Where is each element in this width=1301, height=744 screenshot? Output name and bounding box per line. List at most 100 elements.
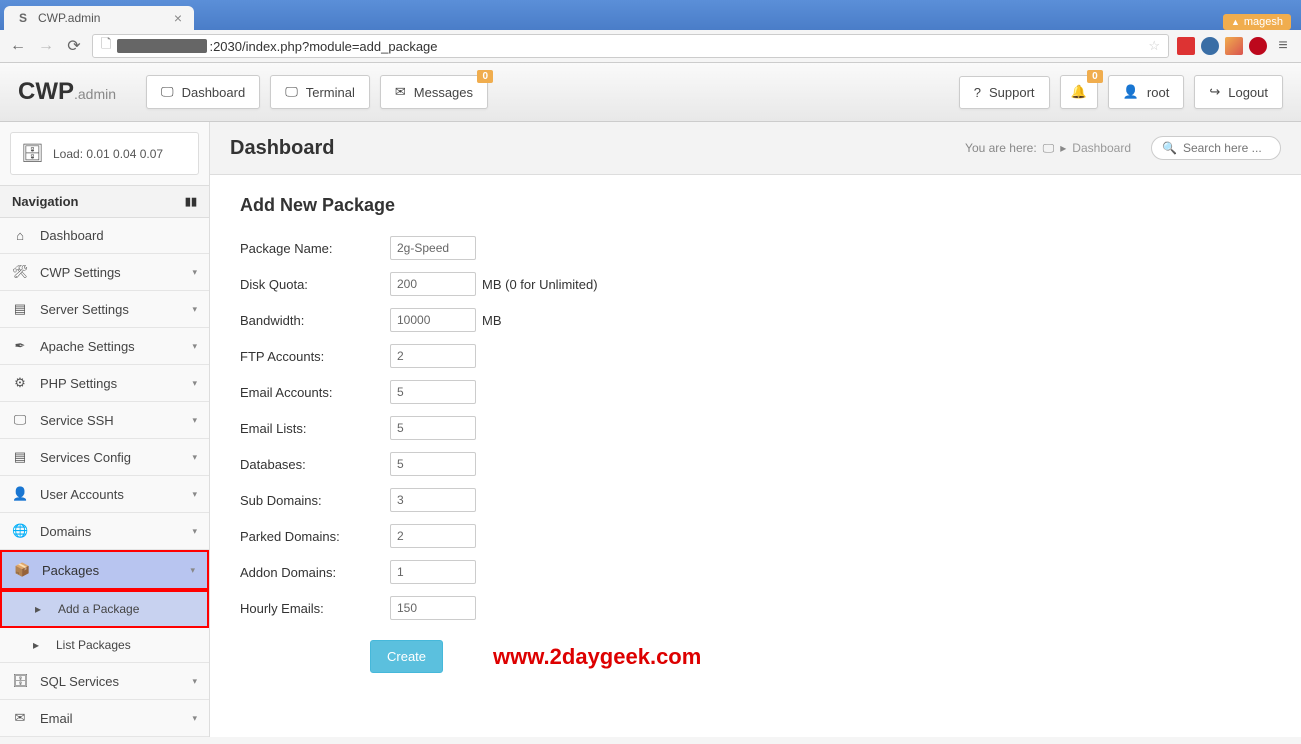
browser-tab[interactable]: S CWP.admin × [4,6,194,30]
browser-profile-badge[interactable]: magesh [1223,14,1291,30]
sidebar: 🗄 Load: 0.01 0.04 0.07 Navigation ▮▮ ⌂ D… [0,122,210,737]
browser-menu-icon[interactable]: ≡ [1273,36,1293,56]
input-email-lists[interactable] [390,416,476,440]
collapse-icon[interactable]: ▮▮ [185,195,197,208]
user-button[interactable]: 👤 root [1108,75,1185,109]
sidebar-item-label: SQL Services [40,674,119,689]
input-ftp[interactable] [390,344,476,368]
feather-icon: ✒ [12,338,28,354]
terminal-button-label: Terminal [306,85,355,100]
question-icon: ? [974,85,981,100]
browser-address-bar: ← → ⟳ 🗋 :2030/index.php?module=add_packa… [0,30,1301,63]
input-parked[interactable] [390,524,476,548]
breadcrumb: You are here: 🖵 ▸ Dashboard [965,141,1131,156]
create-button[interactable]: Create [370,640,443,673]
ext-icon-pinterest[interactable] [1249,37,1267,55]
reload-button[interactable]: ⟳ [64,36,84,56]
notifications-button[interactable]: 🔔 0 [1060,75,1098,109]
sidebar-item-email[interactable]: ✉ Email ▾ [0,700,209,737]
sidebar-item-php-settings[interactable]: ⚙ PHP Settings ▾ [0,365,209,402]
form-row-parked: Parked Domains: [240,524,1271,548]
sidebar-item-label: Domains [40,524,91,539]
sidebar-subitem-add-package[interactable]: ▸ Add a Package [0,590,209,628]
forward-button: → [36,36,56,56]
terminal-icon: 🖵 [285,84,298,100]
sidebar-item-label: Packages [42,563,99,578]
input-subdomains[interactable] [390,488,476,512]
sidebar-item-server-settings[interactable]: ▤ Server Settings ▾ [0,291,209,328]
sidebar-item-label: CWP Settings [40,265,121,280]
dashboard-button-label: Dashboard [182,85,246,100]
page-header-title: Dashboard [230,137,334,160]
logo-main: CWP [18,78,74,105]
browser-tab-strip: S CWP.admin × magesh [0,0,1301,30]
messages-badge: 0 [477,70,493,83]
ext-icon-2[interactable] [1201,37,1219,55]
dashboard-button[interactable]: 🖵 Dashboard [146,75,260,109]
form-row-databases: Databases: [240,452,1271,476]
mail-icon: ✉ [12,710,28,726]
monitor-icon: 🖵 [161,84,174,100]
support-button-label: Support [989,85,1035,100]
logout-button[interactable]: ↪ Logout [1194,75,1283,109]
favicon-icon: S [16,11,30,25]
ext-icon-1[interactable] [1177,37,1195,55]
form-row-ftp: FTP Accounts: [240,344,1271,368]
monitor-icon: 🖵 [12,412,28,428]
sidebar-item-label: PHP Settings [40,376,117,391]
caret-right-icon: ▸ [30,602,46,616]
url-input[interactable]: 🗋 :2030/index.php?module=add_package ☆ [92,34,1169,58]
label-disk-quota: Disk Quota: [240,277,390,292]
bell-icon: 🔔 [1071,84,1087,100]
input-disk-quota[interactable] [390,272,476,296]
sidebar-item-user-accounts[interactable]: 👤 User Accounts ▾ [0,476,209,513]
sidebar-item-packages[interactable]: 📦 Packages ▾ [0,550,209,590]
package-icon: 📦 [14,562,30,578]
chevron-down-icon: ▾ [192,341,197,352]
suffix-disk-quota: MB (0 for Unlimited) [482,277,598,292]
input-hourly[interactable] [390,596,476,620]
chevron-down-icon: ▾ [192,304,197,315]
browser-profile-name: magesh [1244,16,1283,28]
sidebar-item-label: Service SSH [40,413,114,428]
database-icon: 🗄 [21,143,43,164]
input-databases[interactable] [390,452,476,476]
chevron-down-icon: ▾ [190,565,195,576]
sidebar-item-services-config[interactable]: ▤ Services Config ▾ [0,439,209,476]
input-email-accounts[interactable] [390,380,476,404]
sidebar-item-service-ssh[interactable]: 🖵 Service SSH ▾ [0,402,209,439]
sidebar-subitem-list-packages[interactable]: ▸ List Packages [0,628,209,663]
main-content: Dashboard You are here: 🖵 ▸ Dashboard 🔍 … [210,122,1301,737]
close-tab-icon[interactable]: × [174,10,182,26]
logout-icon: ↪ [1209,84,1220,100]
bookmark-star-icon[interactable]: ☆ [1148,38,1160,54]
chevron-down-icon: ▾ [192,415,197,426]
breadcrumb-dashboard[interactable]: Dashboard [1072,141,1131,155]
messages-button[interactable]: ✉ Messages 0 [380,75,488,109]
breadcrumb-label: You are here: [965,141,1037,155]
database-icon: 🗄 [12,673,28,689]
sidebar-subitem-label: Add a Package [58,602,139,616]
sidebar-item-sql-services[interactable]: 🗄 SQL Services ▾ [0,663,209,700]
search-box[interactable]: 🔍 [1151,136,1281,160]
load-indicator: 🗄 Load: 0.01 0.04 0.07 [10,132,199,175]
terminal-button[interactable]: 🖵 Terminal [270,75,370,109]
chevron-down-icon: ▾ [192,378,197,389]
globe-icon: 🌐 [12,523,28,539]
chevron-down-icon: ▾ [192,489,197,500]
sidebar-item-dashboard[interactable]: ⌂ Dashboard [0,218,209,254]
support-button[interactable]: ? Support [959,76,1050,109]
search-input[interactable] [1183,141,1273,155]
input-addon[interactable] [390,560,476,584]
ext-icon-3[interactable] [1225,37,1243,55]
user-button-label: root [1147,85,1169,100]
input-bandwidth[interactable] [390,308,476,332]
input-package-name[interactable] [390,236,476,260]
notif-badge: 0 [1087,70,1103,83]
sidebar-item-domains[interactable]: 🌐 Domains ▾ [0,513,209,550]
sidebar-item-cwp-settings[interactable]: 🛠 CWP Settings ▾ [0,254,209,291]
back-button[interactable]: ← [8,36,28,56]
form-row-subdomains: Sub Domains: [240,488,1271,512]
chevron-down-icon: ▾ [192,676,197,687]
sidebar-item-apache-settings[interactable]: ✒ Apache Settings ▾ [0,328,209,365]
